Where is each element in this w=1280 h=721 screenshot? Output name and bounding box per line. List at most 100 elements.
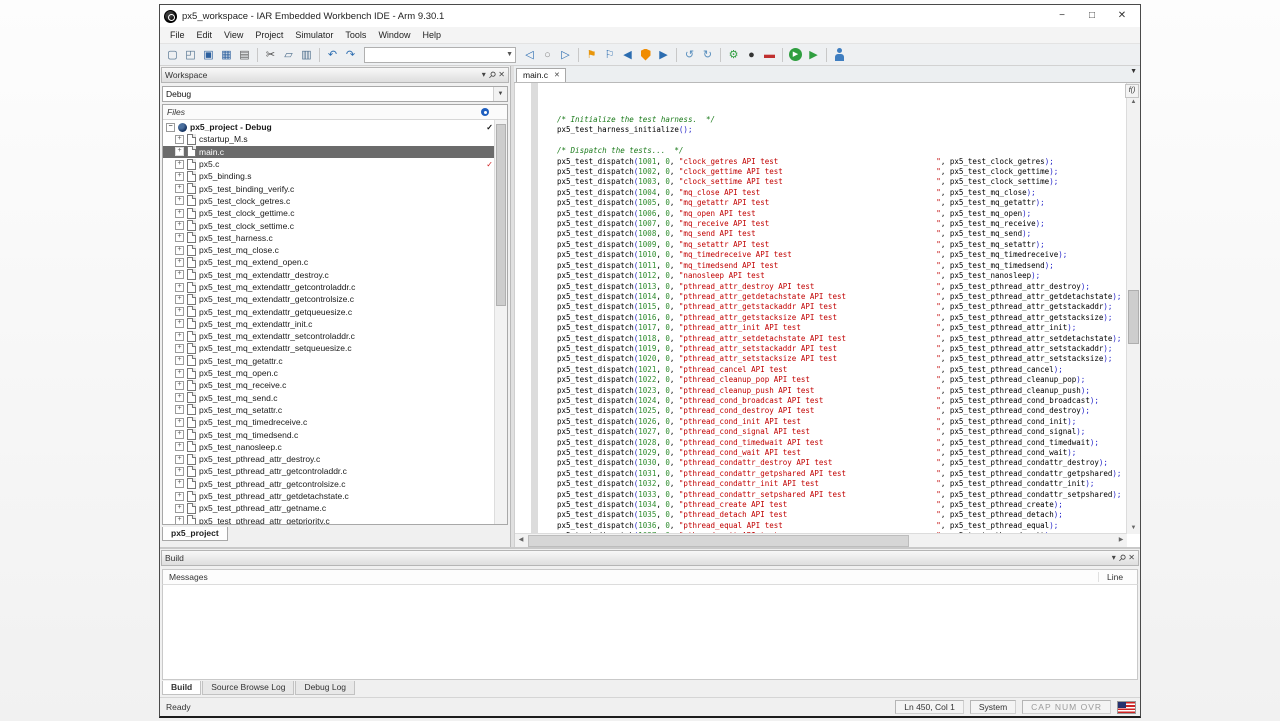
- debugger-session-button[interactable]: [831, 46, 848, 63]
- configuration-dropdown[interactable]: Debug ▼: [162, 86, 508, 102]
- find-button[interactable]: ○: [539, 46, 556, 63]
- tree-item[interactable]: +px5_test_mq_extendattr_destroy.c: [163, 269, 507, 281]
- cut-button[interactable]: ✂: [262, 46, 279, 63]
- menu-file[interactable]: File: [164, 29, 191, 41]
- expander-icon[interactable]: +: [175, 147, 184, 156]
- tree-item[interactable]: +px5_test_clock_settime.c: [163, 219, 507, 231]
- chevron-down-icon[interactable]: ▼: [506, 51, 515, 58]
- save-button[interactable]: ▣: [200, 46, 217, 63]
- tab-px5-project[interactable]: px5_project: [162, 527, 228, 541]
- save-all-button[interactable]: ▦: [218, 46, 235, 63]
- redo-button[interactable]: ↷: [342, 46, 359, 63]
- build-menu-icon[interactable]: ▾: [1112, 554, 1116, 562]
- tree-item[interactable]: +px5_test_mq_send.c: [163, 392, 507, 404]
- minimize-button[interactable]: −: [1048, 7, 1076, 25]
- tree-item[interactable]: +px5_test_mq_extendattr_setcontroladdr.c: [163, 330, 507, 342]
- open-file-button[interactable]: ◰: [182, 46, 199, 63]
- tab-build[interactable]: Build: [162, 681, 201, 695]
- expander-icon[interactable]: +: [175, 209, 184, 218]
- search-input[interactable]: ▼: [364, 47, 516, 63]
- toggle-breakpoint-button[interactable]: [637, 46, 654, 63]
- tree-item[interactable]: +px5_test_mq_receive.c: [163, 379, 507, 391]
- expander-icon[interactable]: +: [175, 246, 184, 255]
- tree-item[interactable]: +px5_test_pthread_attr_getpriority.c: [163, 515, 507, 525]
- menu-project[interactable]: Project: [249, 29, 289, 41]
- expander-icon[interactable]: −: [166, 123, 175, 132]
- tab-close-icon[interactable]: ✕: [554, 71, 560, 79]
- tab-main-c[interactable]: main.c ✕: [516, 68, 566, 82]
- expander-icon[interactable]: +: [175, 467, 184, 476]
- function-list-button[interactable]: f(): [1125, 84, 1139, 98]
- expander-icon[interactable]: +: [175, 332, 184, 341]
- tree-item[interactable]: +px5_test_pthread_attr_getcontrolsize.c: [163, 478, 507, 490]
- workspace-scrollbar-thumb[interactable]: [496, 124, 506, 306]
- scroll-up-icon[interactable]: ▲: [1127, 97, 1140, 108]
- expander-icon[interactable]: +: [175, 455, 184, 464]
- paste-button[interactable]: ▥: [298, 46, 315, 63]
- print-button[interactable]: ▤: [236, 46, 253, 63]
- menu-edit[interactable]: Edit: [191, 29, 219, 41]
- tab-source-browse-log[interactable]: Source Browse Log: [202, 681, 294, 695]
- menu-tools[interactable]: Tools: [339, 29, 372, 41]
- editor-horizontal-scrollbar[interactable]: ◀ ▶: [515, 533, 1127, 547]
- expander-icon[interactable]: +: [175, 233, 184, 242]
- expander-icon[interactable]: +: [175, 381, 184, 390]
- expander-icon[interactable]: +: [175, 135, 184, 144]
- expander-icon[interactable]: +: [175, 442, 184, 451]
- expander-icon[interactable]: +: [175, 307, 184, 316]
- workspace-pin-icon[interactable]: ⚲: [487, 70, 497, 80]
- expander-icon[interactable]: +: [175, 196, 184, 205]
- editor-vscroll-thumb[interactable]: [1128, 290, 1139, 344]
- find-previous-button[interactable]: ◁: [521, 46, 538, 63]
- expander-icon[interactable]: +: [175, 295, 184, 304]
- expander-icon[interactable]: +: [175, 504, 184, 513]
- menu-view[interactable]: View: [218, 29, 249, 41]
- tree-item[interactable]: +px5_test_pthread_attr_getdetachstate.c: [163, 490, 507, 502]
- expander-icon[interactable]: +: [175, 270, 184, 279]
- tree-item[interactable]: +px5_test_mq_open.c: [163, 367, 507, 379]
- find-next-button[interactable]: ▷: [557, 46, 574, 63]
- tree-item[interactable]: +px5_test_mq_getattr.c: [163, 355, 507, 367]
- keyboard-layout-flag-icon[interactable]: [1117, 701, 1136, 714]
- expander-icon[interactable]: +: [175, 430, 184, 439]
- scroll-left-icon[interactable]: ◀: [515, 534, 527, 547]
- editor-hscroll-thumb[interactable]: [528, 535, 909, 547]
- tree-item[interactable]: +px5_test_mq_timedreceive.c: [163, 416, 507, 428]
- expander-icon[interactable]: +: [175, 479, 184, 488]
- tree-item[interactable]: +px5_test_binding_verify.c: [163, 182, 507, 194]
- debug-without-downloading-button[interactable]: ▶: [805, 46, 822, 63]
- tree-item[interactable]: +px5_binding.s: [163, 170, 507, 182]
- code-area[interactable]: /* Initialize the test harness. */px5_te…: [514, 83, 1140, 547]
- undo-button[interactable]: ↶: [324, 46, 341, 63]
- tree-item[interactable]: +px5_test_mq_extendattr_init.c: [163, 318, 507, 330]
- navigate-forward-button[interactable]: ▶: [655, 46, 672, 63]
- build-close-icon[interactable]: ✕: [1128, 554, 1135, 562]
- download-and-debug-button[interactable]: ▶: [787, 46, 804, 63]
- tree-item[interactable]: +px5_test_mq_timedsend.c: [163, 428, 507, 440]
- reload-button[interactable]: ↺: [681, 46, 698, 63]
- tree-item-project-root[interactable]: −px5_project - Debug✓: [163, 121, 507, 133]
- menu-window[interactable]: Window: [372, 29, 416, 41]
- editor-vertical-scrollbar[interactable]: ▲ ▼: [1126, 83, 1140, 534]
- tree-item[interactable]: +px5_test_harness.c: [163, 232, 507, 244]
- tree-item[interactable]: +px5_test_mq_close.c: [163, 244, 507, 256]
- expander-icon[interactable]: +: [175, 160, 184, 169]
- build-pin-icon[interactable]: ⚲: [1117, 553, 1127, 563]
- expander-icon[interactable]: +: [175, 184, 184, 193]
- menu-help[interactable]: Help: [416, 29, 447, 41]
- tree-item[interactable]: +px5_test_clock_gettime.c: [163, 207, 507, 219]
- tree-item[interactable]: +px5_test_mq_extendattr_getcontroladdr.c: [163, 281, 507, 293]
- maximize-button[interactable]: □: [1078, 7, 1106, 25]
- workspace-scrollbar[interactable]: [494, 120, 507, 524]
- expander-icon[interactable]: +: [175, 319, 184, 328]
- tree-item[interactable]: +px5_test_mq_extendattr_getqueuesize.c: [163, 305, 507, 317]
- refresh-button[interactable]: ↻: [699, 46, 716, 63]
- tree-item[interactable]: +px5_test_pthread_attr_destroy.c: [163, 453, 507, 465]
- expander-icon[interactable]: +: [175, 283, 184, 292]
- toggle-bookmark-button[interactable]: ⚑: [583, 46, 600, 63]
- build-messages-list[interactable]: [162, 585, 1138, 680]
- code-text[interactable]: /* Initialize the test harness. */px5_te…: [557, 83, 1127, 534]
- scroll-down-icon[interactable]: ▼: [1127, 523, 1140, 534]
- expander-icon[interactable]: +: [175, 221, 184, 230]
- navigate-back-button[interactable]: ◀: [619, 46, 636, 63]
